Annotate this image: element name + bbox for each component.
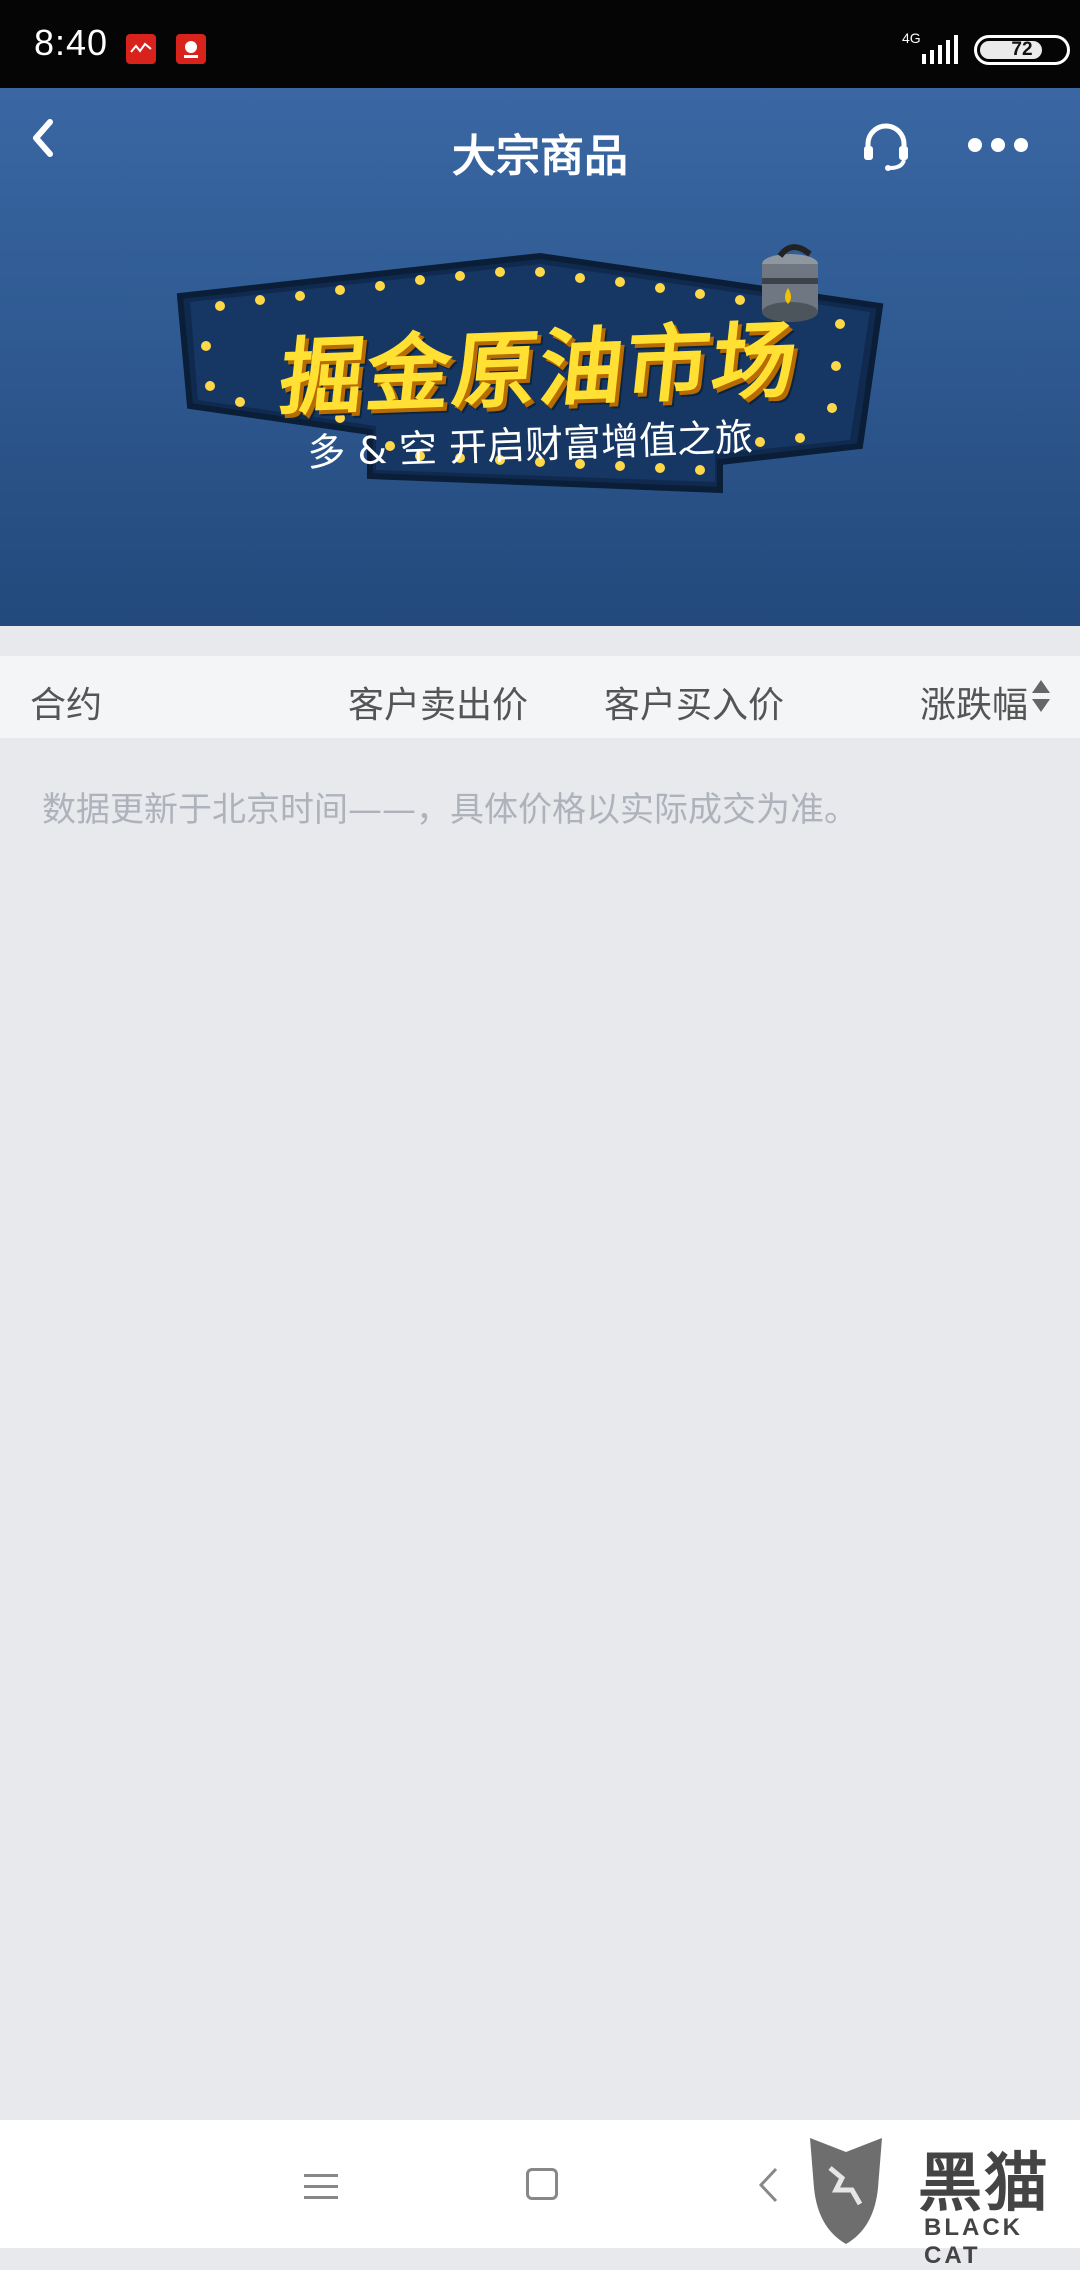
- notification-app-icon: [176, 34, 206, 64]
- status-time: 8:40: [34, 22, 109, 63]
- table-header: 合约 客户卖出价 客户买入价 涨跌幅: [0, 656, 1080, 738]
- battery-icon: 72: [974, 35, 1070, 65]
- menu-icon[interactable]: [304, 2172, 338, 2202]
- column-header-sell-price: 客户卖出价: [348, 685, 529, 726]
- header-banner: 大宗商品 掘金原油市场 多 & 空 开启财富增值之旅: [0, 88, 1080, 626]
- watermark-subtext: BLACK CAT: [924, 2214, 1023, 2269]
- status-bar: 8:40 4G 72: [0, 0, 1080, 88]
- back-icon[interactable]: [756, 2166, 780, 2204]
- column-header-change[interactable]: 涨跌幅: [920, 676, 1028, 728]
- notification-app-icon: [126, 34, 156, 64]
- battery-level: 72: [1011, 39, 1033, 60]
- data-update-notice: 数据更新于北京时间——，具体价格以实际成交为准。: [42, 790, 858, 830]
- headset-icon[interactable]: [856, 116, 916, 176]
- column-header-contract: 合约: [30, 685, 103, 726]
- home-icon[interactable]: [526, 2168, 558, 2200]
- column-header-buy-price: 客户买入价: [604, 685, 785, 726]
- promo-banner[interactable]: 掘金原油市场 多 & 空 开启财富增值之旅: [160, 226, 900, 526]
- chevron-left-icon[interactable]: [14, 108, 74, 168]
- signal-icon: [922, 35, 958, 64]
- more-dots-icon[interactable]: [966, 134, 1030, 156]
- sort-icon[interactable]: [1030, 676, 1052, 716]
- watermark-text: 黑猫: [918, 2147, 1050, 2221]
- page-title: 大宗商品: [452, 131, 628, 182]
